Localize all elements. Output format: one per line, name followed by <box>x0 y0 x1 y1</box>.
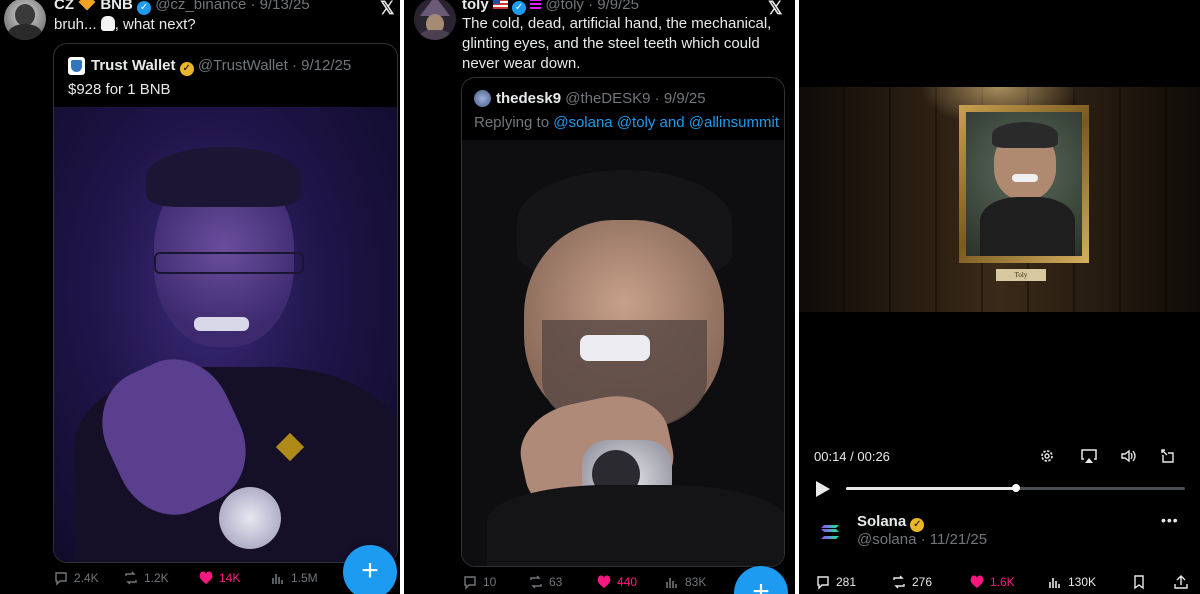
solana-icon <box>530 0 542 9</box>
gear-icon <box>1041 450 1053 462</box>
action-bar: 10 63 440 83K <box>462 574 730 590</box>
display-name[interactable]: CZ <box>54 0 74 13</box>
display-name[interactable]: Solana <box>857 513 906 530</box>
volume-button[interactable] <box>1120 448 1137 464</box>
avatar[interactable] <box>815 514 849 548</box>
heart-icon <box>199 571 213 584</box>
quoted-post[interactable]: thedesk9 @theDESK9 · 9/9/25 Replying to … <box>461 77 785 567</box>
reply-button[interactable]: 2.4K <box>53 570 123 586</box>
reply-button[interactable]: 10 <box>462 574 528 590</box>
portrait-plaque: Toly <box>996 269 1046 281</box>
more-options-button[interactable]: ••• <box>1161 512 1179 528</box>
quoted-post[interactable]: Trust Wallet ✓ @TrustWallet · 9/12/25 $9… <box>53 43 398 563</box>
post-subheader: @solana · 11/21/25 <box>857 531 988 548</box>
post-date[interactable]: 11/21/25 <box>930 531 987 548</box>
post-header: Solana ✓ <box>857 513 925 532</box>
settings-button[interactable] <box>1039 448 1055 464</box>
views-icon <box>1049 578 1060 588</box>
repost-icon <box>893 575 905 589</box>
quote-text: $928 for 1 BNB <box>68 81 171 98</box>
heart-icon <box>970 575 984 588</box>
verified-gold-icon: ✓ <box>910 518 925 532</box>
views-button[interactable]: 83K <box>664 574 730 590</box>
views-icon <box>272 574 283 584</box>
verified-gold-icon: ✓ <box>179 62 194 76</box>
bookmark-button[interactable] <box>1131 574 1173 590</box>
avatar[interactable] <box>414 0 456 40</box>
post-image[interactable] <box>462 140 784 566</box>
x-logo-icon: 𝕏 <box>380 0 395 18</box>
action-bar: 2.4K 1.2K 14K 1.5M <box>53 570 340 586</box>
views-icon <box>666 578 677 588</box>
replying-to-links[interactable]: @solana @toly and @allinsummit <box>553 114 779 131</box>
quote-date: 9/12/25 <box>301 57 352 74</box>
handle[interactable]: @cz_binance <box>155 0 246 13</box>
like-button[interactable]: 440 <box>596 574 664 590</box>
replying-to: Replying to @solana @toly and @allinsumm… <box>474 114 779 131</box>
quote-handle: @TrustWallet <box>197 57 288 74</box>
quote-avatar <box>474 90 491 107</box>
portrait-frame <box>959 105 1089 263</box>
compose-button[interactable]: + <box>734 566 788 594</box>
post-text: bruh... , what next? <box>54 16 196 33</box>
picture-in-picture-icon <box>1161 449 1174 463</box>
repost-button[interactable]: 276 <box>891 574 969 590</box>
post-text: The cold, dead, artificial hand, the mec… <box>462 15 772 72</box>
like-button[interactable]: 14K <box>198 570 270 586</box>
bookmark-icon <box>1134 575 1144 590</box>
repost-icon <box>125 571 137 585</box>
reply-icon <box>464 576 476 590</box>
quote-display-name: thedesk9 <box>496 90 562 107</box>
action-bar: 281 276 1.6K 130K <box>815 574 1189 590</box>
reply-icon <box>817 576 829 590</box>
video-progress-fill <box>846 487 1016 490</box>
airplay-button[interactable] <box>1080 447 1098 465</box>
display-name[interactable]: toly <box>462 0 489 13</box>
solana-logo-icon <box>821 525 839 539</box>
post-header: CZ BNB ✓ @cz_binance · 9/13/25 <box>54 0 310 15</box>
reply-button[interactable]: 281 <box>815 574 891 590</box>
play-button[interactable] <box>815 480 831 498</box>
quote-display-name: Trust Wallet <box>91 57 176 74</box>
us-flag-icon <box>492 0 508 9</box>
diamond-icon <box>78 0 96 11</box>
verified-icon: ✓ <box>512 1 527 15</box>
views-button[interactable]: 130K <box>1047 574 1131 590</box>
video-time: 00:14 / 00:26 <box>814 449 890 464</box>
repost-icon <box>530 575 542 589</box>
trust-wallet-shield-icon <box>68 57 85 75</box>
repost-button[interactable]: 63 <box>528 574 596 590</box>
handle[interactable]: @solana <box>857 531 916 548</box>
post-card-cz: CZ BNB ✓ @cz_binance · 9/13/25 𝕏 bruh...… <box>0 0 400 594</box>
avatar[interactable] <box>4 0 46 40</box>
pip-button[interactable] <box>1160 448 1176 464</box>
post-header: toly ✓ @toly · 9/9/25 <box>462 0 639 15</box>
views-button[interactable]: 1.5M <box>270 570 340 586</box>
volume-icon <box>1121 449 1136 463</box>
airplay-icon <box>1081 449 1097 463</box>
post-card-toly: toly ✓ @toly · 9/9/25 𝕏 The cold, dead, … <box>404 0 795 594</box>
post-card-solana: Toly 00:14 / 00:26 Solana ✓ @solana · 11… <box>799 0 1200 594</box>
quote-date: 9/9/25 <box>663 90 706 107</box>
reply-icon <box>55 572 67 586</box>
like-button[interactable]: 1.6K <box>969 574 1047 590</box>
quote-handle: @theDESK9 <box>565 90 651 107</box>
post-image[interactable] <box>54 107 397 562</box>
play-icon <box>816 481 830 497</box>
tooth-icon <box>100 16 115 31</box>
video-progress-thumb[interactable] <box>1011 484 1020 492</box>
verified-icon: ✓ <box>137 1 152 15</box>
share-icon <box>1174 575 1188 589</box>
post-date[interactable]: 9/9/25 <box>597 0 639 13</box>
display-name-suffix: BNB <box>100 0 133 13</box>
handle[interactable]: @toly <box>545 0 584 13</box>
compose-button[interactable]: + <box>343 545 397 594</box>
heart-icon <box>597 575 611 588</box>
video-frame[interactable]: Toly <box>799 87 1200 312</box>
video-progress-track[interactable] <box>846 484 1185 492</box>
post-date[interactable]: 9/13/25 <box>260 0 310 13</box>
repost-button[interactable]: 1.2K <box>123 570 198 586</box>
share-button[interactable] <box>1173 574 1189 590</box>
